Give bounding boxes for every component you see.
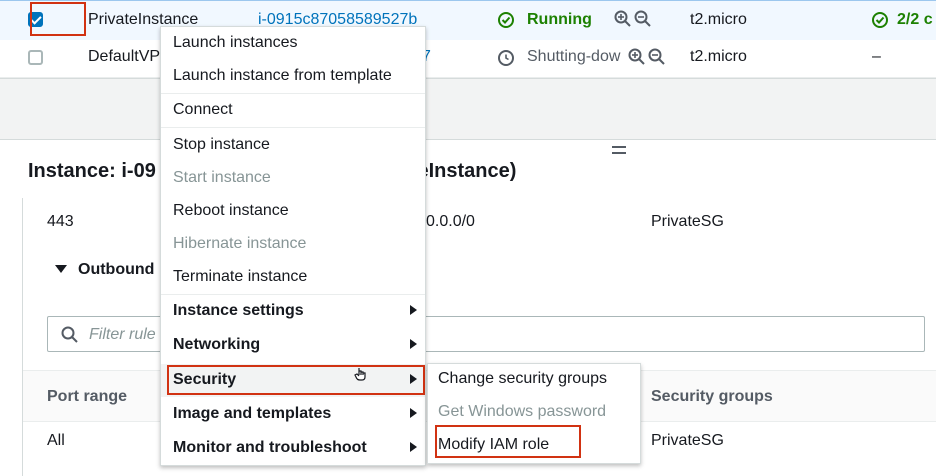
search-icon bbox=[61, 326, 78, 348]
clock-icon bbox=[498, 50, 514, 66]
menu-item-networking[interactable]: Networking bbox=[161, 329, 425, 362]
checkbox-highlight bbox=[30, 2, 86, 36]
check-circle-icon bbox=[498, 12, 514, 28]
menu-item-launch-from-template[interactable]: Launch instance from template bbox=[161, 60, 425, 93]
rule-row-port: All bbox=[47, 432, 65, 449]
instance-type: t2.micro bbox=[690, 11, 747, 28]
zoom-in-icon[interactable] bbox=[614, 10, 632, 33]
row-checkbox[interactable] bbox=[28, 50, 43, 65]
outbound-rules-toggle[interactable]: Outbound bbox=[78, 261, 154, 279]
rule-sg: PrivateSG bbox=[651, 213, 724, 230]
menu-item-connect[interactable]: Connect bbox=[161, 94, 425, 127]
menu-item-hibernate-instance: Hibernate instance bbox=[173, 235, 307, 252]
menu-item-image-and-templates[interactable]: Image and templates bbox=[161, 398, 425, 431]
detail-title-right: teInstance) bbox=[410, 160, 517, 182]
menu-item-instance-settings[interactable]: Instance settings bbox=[161, 295, 425, 328]
instance-name: DefaultVP bbox=[88, 48, 161, 65]
zoom-out-icon[interactable] bbox=[634, 10, 652, 33]
detail-title-left: Instance: i-09 bbox=[28, 160, 156, 182]
status-check: – bbox=[872, 48, 881, 65]
modify-iam-role-highlight bbox=[435, 425, 581, 458]
caret-right-icon bbox=[410, 408, 417, 418]
caret-down-icon[interactable] bbox=[55, 265, 67, 273]
menu-item-terminate-instance[interactable]: Terminate instance bbox=[161, 261, 425, 294]
col-security-groups[interactable]: Security groups bbox=[651, 388, 773, 406]
split-panel-header bbox=[0, 78, 936, 140]
resize-handle[interactable] bbox=[612, 146, 626, 154]
caret-right-icon bbox=[410, 442, 417, 452]
rule-row-sg: PrivateSG bbox=[651, 432, 724, 449]
status-check: 2/2 c bbox=[897, 11, 933, 28]
caret-right-icon bbox=[410, 305, 417, 315]
rule-port: 443 bbox=[47, 213, 74, 230]
instance-row-privateinstance[interactable]: PrivateInstance i-0915c87058589527b Runn… bbox=[0, 0, 936, 41]
security-highlight bbox=[167, 365, 425, 395]
instance-state: Running bbox=[527, 11, 592, 28]
rule-cidr: 0.0.0/0 bbox=[426, 213, 475, 230]
check-circle-icon bbox=[872, 12, 888, 28]
caret-right-icon bbox=[410, 339, 417, 349]
menu-item-launch-instances[interactable]: Launch instances bbox=[161, 27, 425, 60]
instance-actions-menu: Launch instances Launch instance from te… bbox=[160, 26, 426, 466]
zoom-in-icon[interactable] bbox=[628, 48, 646, 71]
hand-cursor-icon bbox=[354, 367, 368, 384]
menu-item-monitor-and-troubleshoot[interactable]: Monitor and troubleshoot bbox=[161, 432, 425, 465]
instance-row-defaultvp[interactable]: DefaultVP 7 Shutting-dow t2.micro – bbox=[0, 40, 936, 78]
menu-item-stop-instance[interactable]: Stop instance bbox=[161, 129, 425, 162]
zoom-out-icon[interactable] bbox=[648, 48, 666, 71]
col-port-range[interactable]: Port range bbox=[47, 388, 127, 406]
menu-item-start-instance: Start instance bbox=[173, 169, 271, 186]
menu-item-reboot-instance[interactable]: Reboot instance bbox=[161, 195, 425, 228]
filter-placeholder: Filter rule bbox=[89, 326, 156, 343]
instance-state: Shutting-dow bbox=[527, 48, 621, 65]
submenu-change-security-groups[interactable]: Change security groups bbox=[428, 364, 640, 397]
instance-type: t2.micro bbox=[690, 48, 747, 65]
